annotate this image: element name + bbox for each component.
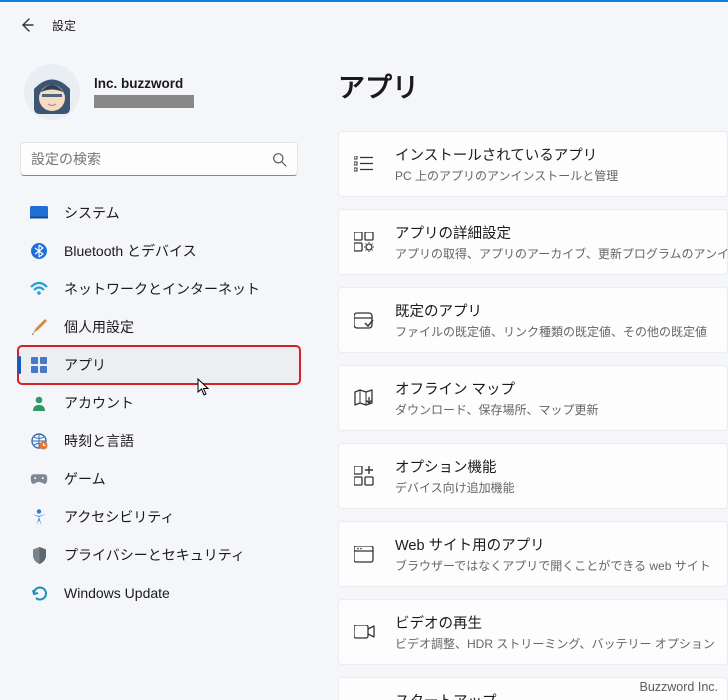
search-box[interactable] — [20, 142, 298, 176]
map-icon — [353, 387, 375, 409]
card-offline-maps[interactable]: オフライン マップ ダウンロード、保存場所、マップ更新 — [338, 365, 728, 431]
list-icon — [353, 153, 375, 175]
card-title: インストールされているアプリ — [395, 144, 618, 165]
update-icon — [30, 584, 48, 602]
sidebar-item-label: プライバシーとセキュリティ — [64, 545, 245, 565]
apps-icon — [30, 356, 48, 374]
sidebar-item-time-language[interactable]: 時刻と言語 — [18, 422, 300, 460]
card-subtitle: ダウンロード、保存場所、マップ更新 — [395, 401, 599, 418]
sidebar-item-label: Bluetooth とデバイス — [64, 241, 197, 261]
apps-gear-icon — [353, 231, 375, 253]
add-grid-icon — [353, 465, 375, 487]
person-icon — [30, 394, 48, 412]
card-title: Web サイト用のアプリ — [395, 534, 711, 555]
card-optional-features[interactable]: オプション機能 デバイス向け追加機能 — [338, 443, 728, 509]
default-icon — [353, 309, 375, 331]
card-subtitle: デバイス向け追加機能 — [395, 479, 515, 496]
video-icon — [353, 621, 375, 643]
card-installed-apps[interactable]: インストールされているアプリ PC 上のアプリのアンインストールと管理 — [338, 131, 728, 197]
accessibility-icon — [30, 508, 48, 526]
sidebar-item-label: アクセシビリティ — [64, 507, 174, 527]
card-title: 既定のアプリ — [395, 300, 707, 321]
card-subtitle: ブラウザーではなくアプリで開くことができる web サイト — [395, 557, 711, 574]
brush-icon — [30, 318, 48, 336]
sidebar-item-apps[interactable]: アプリ — [18, 346, 300, 384]
system-icon — [30, 204, 48, 222]
sidebar-item-system[interactable]: システム — [18, 194, 300, 232]
back-icon[interactable] — [20, 18, 34, 32]
card-app-advanced[interactable]: アプリの詳細設定 アプリの取得、アプリのアーカイブ、更新プログラムのアンインスト… — [338, 209, 728, 275]
sidebar-item-network[interactable]: ネットワークとインターネット — [18, 270, 300, 308]
sidebar-item-label: ネットワークとインターネット — [64, 279, 260, 299]
sidebar-item-label: 時刻と言語 — [64, 431, 134, 451]
sidebar-item-windows-update[interactable]: Windows Update — [18, 574, 300, 612]
avatar — [24, 64, 80, 120]
sidebar-item-label: Windows Update — [64, 585, 170, 601]
sidebar-item-bluetooth[interactable]: Bluetooth とデバイス — [18, 232, 300, 270]
card-title: スタートアップ — [395, 690, 623, 700]
sidebar-item-label: ゲーム — [64, 469, 106, 489]
window-icon — [353, 543, 375, 565]
gamepad-icon — [30, 470, 48, 488]
sidebar-item-privacy[interactable]: プライバシーとセキュリティ — [18, 536, 300, 574]
card-website-apps[interactable]: Web サイト用のアプリ ブラウザーではなくアプリで開くことができる web サ… — [338, 521, 728, 587]
sidebar-item-accounts[interactable]: アカウント — [18, 384, 300, 422]
sidebar: lnc. buzzword システム Bluetooth とデバイス ネットワー… — [0, 48, 310, 700]
wifi-icon — [30, 280, 48, 298]
search-icon — [272, 152, 287, 167]
sidebar-item-label: アプリ — [64, 355, 106, 375]
card-subtitle: アプリの取得、アプリのアーカイブ、更新プログラムのアンインストールを行う場 — [395, 245, 728, 262]
sidebar-item-personalization[interactable]: 個人用設定 — [18, 308, 300, 346]
card-title: ビデオの再生 — [395, 612, 715, 633]
card-video-playback[interactable]: ビデオの再生 ビデオ調整、HDR ストリーミング、バッテリー オプション — [338, 599, 728, 665]
card-subtitle: PC 上のアプリのアンインストールと管理 — [395, 167, 618, 184]
card-title: アプリの詳細設定 — [395, 222, 728, 243]
search-input[interactable] — [31, 151, 272, 167]
sidebar-item-label: アカウント — [64, 393, 134, 413]
card-title: オフライン マップ — [395, 378, 599, 399]
nav-list: システム Bluetooth とデバイス ネットワークとインターネット 個人用設… — [18, 194, 310, 612]
card-title: オプション機能 — [395, 456, 515, 477]
sidebar-item-accessibility[interactable]: アクセシビリティ — [18, 498, 300, 536]
watermark: Buzzword Inc. — [639, 680, 718, 694]
card-default-apps[interactable]: 既定のアプリ ファイルの既定値、リンク種類の既定値、その他の既定値 — [338, 287, 728, 353]
page-title: アプリ — [338, 66, 728, 105]
user-email-redacted — [94, 95, 194, 108]
user-block[interactable]: lnc. buzzword — [18, 58, 310, 138]
sidebar-item-label: システム — [64, 203, 120, 223]
sidebar-item-gaming[interactable]: ゲーム — [18, 460, 300, 498]
bluetooth-icon — [30, 242, 48, 260]
user-name: lnc. buzzword — [94, 76, 194, 91]
window-title: 設定 — [52, 17, 76, 34]
globe-clock-icon — [30, 432, 48, 450]
card-subtitle: ファイルの既定値、リンク種類の既定値、その他の既定値 — [395, 323, 707, 340]
main-content: アプリ インストールされているアプリ PC 上のアプリのアンインストールと管理 … — [310, 48, 728, 700]
shield-icon — [30, 546, 48, 564]
sidebar-item-label: 個人用設定 — [64, 317, 134, 337]
card-subtitle: ビデオ調整、HDR ストリーミング、バッテリー オプション — [395, 635, 715, 652]
